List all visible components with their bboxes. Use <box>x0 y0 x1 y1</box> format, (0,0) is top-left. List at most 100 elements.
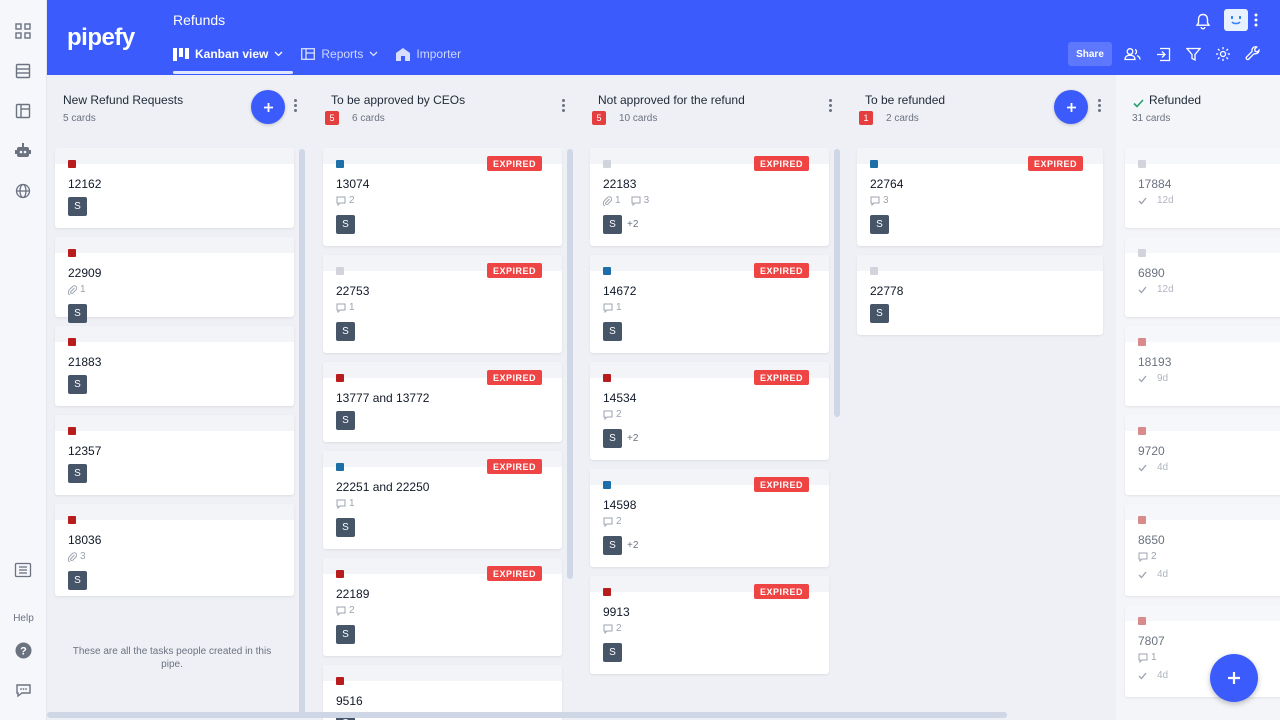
done-time-value: 9d <box>1157 373 1169 384</box>
assignee-avatar[interactable]: S <box>68 464 87 483</box>
kanban-card[interactable]: EXPIRED 13074 2 S <box>323 148 562 246</box>
kanban-card[interactable]: EXPIRED 22251 and 22250 1 S <box>323 451 562 549</box>
kanban-card[interactable]: 22778 S <box>857 255 1103 335</box>
more-assignees: +2 <box>627 433 639 444</box>
tab-importer[interactable]: Importer <box>396 44 461 64</box>
assignee-avatar[interactable]: S <box>603 643 622 662</box>
add-card-button[interactable] <box>251 90 285 124</box>
kanban-card[interactable]: EXPIRED 22189 2 S <box>323 558 562 656</box>
kanban-card[interactable]: EXPIRED 14534 2 S +2 <box>590 362 829 460</box>
kanban-card[interactable]: 12357 S <box>55 415 294 495</box>
assignee-avatar[interactable]: S <box>603 536 622 555</box>
assignee-avatar[interactable]: S <box>68 197 87 216</box>
phase-title[interactable]: Not approved for the refund <box>598 93 745 107</box>
wrench-icon[interactable] <box>1243 44 1263 64</box>
kanban-card[interactable]: 17884 12d <box>1125 148 1280 228</box>
help-question-icon[interactable]: ? <box>12 639 34 661</box>
database-icon[interactable] <box>12 60 34 82</box>
phase-title[interactable]: To be refunded <box>865 93 945 107</box>
assignee-avatar[interactable]: S <box>336 215 355 234</box>
assignee-avatar[interactable]: S <box>68 375 87 394</box>
comments-value: 3 <box>883 195 889 206</box>
assignee-avatar[interactable]: S <box>336 518 355 537</box>
filter-icon[interactable] <box>1183 44 1203 64</box>
chat-icon[interactable] <box>12 679 34 701</box>
done-time-value: 12d <box>1157 284 1174 295</box>
phase-scrollbar[interactable] <box>567 149 573 579</box>
comment-icon <box>1138 552 1148 562</box>
assignee-avatar[interactable]: S <box>870 215 889 234</box>
news-icon[interactable] <box>12 559 34 581</box>
expired-badge: EXPIRED <box>753 584 809 599</box>
kanban-card[interactable]: 18036 3 S <box>55 504 294 596</box>
kanban-card[interactable]: 6890 12d <box>1125 237 1280 317</box>
add-card-button[interactable] <box>1054 90 1088 124</box>
phase-title[interactable]: Refunded <box>1149 93 1201 107</box>
pipefy-logo[interactable]: pipefy <box>67 24 135 52</box>
phase-title[interactable]: To be approved by CEOs <box>331 93 465 107</box>
settings-gear-icon[interactable] <box>1213 44 1233 64</box>
automation-robot-icon[interactable] <box>12 140 34 162</box>
globe-icon[interactable] <box>12 180 34 202</box>
share-button[interactable]: Share <box>1068 42 1112 66</box>
assignee-avatar[interactable]: S <box>336 625 355 644</box>
assignee-avatar[interactable]: S <box>870 304 889 323</box>
apps-grid-icon[interactable] <box>12 20 34 42</box>
kanban-card[interactable]: EXPIRED 13777 and 13772 S <box>323 362 562 442</box>
create-card-fab[interactable] <box>1210 654 1258 702</box>
kanban-card[interactable]: 9720 4d <box>1125 415 1280 495</box>
phase-menu-kebab[interactable] <box>560 99 566 113</box>
late-cards-badge[interactable]: 1 <box>859 111 873 125</box>
user-avatar[interactable] <box>1224 9 1248 31</box>
active-tab-indicator <box>173 71 293 74</box>
phase-scrollbar[interactable] <box>834 149 840 417</box>
comments-count: 2 <box>336 605 355 616</box>
kanban-card[interactable]: 8650 2 4d <box>1125 504 1280 596</box>
kanban-card[interactable]: EXPIRED 14672 1 S <box>590 255 829 353</box>
done-time: 9d <box>1138 373 1168 384</box>
expired-badge: EXPIRED <box>486 566 542 581</box>
interfaces-icon[interactable] <box>12 100 34 122</box>
assignee-avatar[interactable]: S <box>336 322 355 341</box>
kanban-card[interactable]: EXPIRED 14598 2 S +2 <box>590 469 829 567</box>
tab-kanban-view[interactable]: Kanban view <box>173 44 283 64</box>
import-export-icon[interactable] <box>1153 44 1173 64</box>
kanban-card[interactable]: EXPIRED 22183 1 3 S +2 <box>590 148 829 246</box>
card-label-tag <box>1138 160 1146 168</box>
chevron-down-icon <box>274 51 283 57</box>
assignee-avatar[interactable]: S <box>336 411 355 430</box>
members-icon[interactable] <box>1122 44 1142 64</box>
assignee-avatar[interactable]: S <box>68 304 87 323</box>
kanban-card[interactable]: EXPIRED 9913 2 S <box>590 576 829 674</box>
kanban-icon <box>173 47 189 61</box>
phase-menu-kebab[interactable] <box>1096 99 1102 113</box>
kanban-card[interactable]: 18193 9d <box>1125 326 1280 406</box>
more-menu-kebab[interactable] <box>1251 10 1261 30</box>
expired-badge: EXPIRED <box>1027 156 1083 171</box>
kanban-card[interactable]: 21883 S <box>55 326 294 406</box>
comments-count: 2 <box>603 409 622 420</box>
horizontal-scrollbar[interactable] <box>47 712 1007 718</box>
kanban-card[interactable]: 22909 1 S <box>55 237 294 323</box>
kanban-card[interactable]: EXPIRED 22753 1 S <box>323 255 562 353</box>
comments-value: 1 <box>349 498 355 509</box>
assignee-avatar[interactable]: S <box>603 429 622 448</box>
phase-scrollbar[interactable] <box>299 149 305 717</box>
assignee-avatar[interactable]: S <box>603 215 622 234</box>
kanban-card[interactable]: 12162 S <box>55 148 294 228</box>
assignee-avatar[interactable]: S <box>603 322 622 341</box>
tab-reports[interactable]: Reports <box>301 44 378 64</box>
phase-menu-kebab[interactable] <box>827 99 833 113</box>
check-icon <box>1138 197 1147 205</box>
comments-count: 3 <box>870 195 889 206</box>
phase-menu-kebab[interactable] <box>292 99 298 113</box>
late-cards-badge[interactable]: 5 <box>325 111 339 125</box>
card-label-tag <box>68 160 76 168</box>
smiley-avatar-icon <box>1231 16 1241 25</box>
late-cards-badge[interactable]: 5 <box>592 111 606 125</box>
phase-title[interactable]: New Refund Requests <box>63 93 183 107</box>
kanban-card[interactable]: EXPIRED 22764 3 S <box>857 148 1103 246</box>
notifications-bell-icon[interactable] <box>1193 11 1213 31</box>
expired-badge: EXPIRED <box>753 477 809 492</box>
assignee-avatar[interactable]: S <box>68 571 87 590</box>
